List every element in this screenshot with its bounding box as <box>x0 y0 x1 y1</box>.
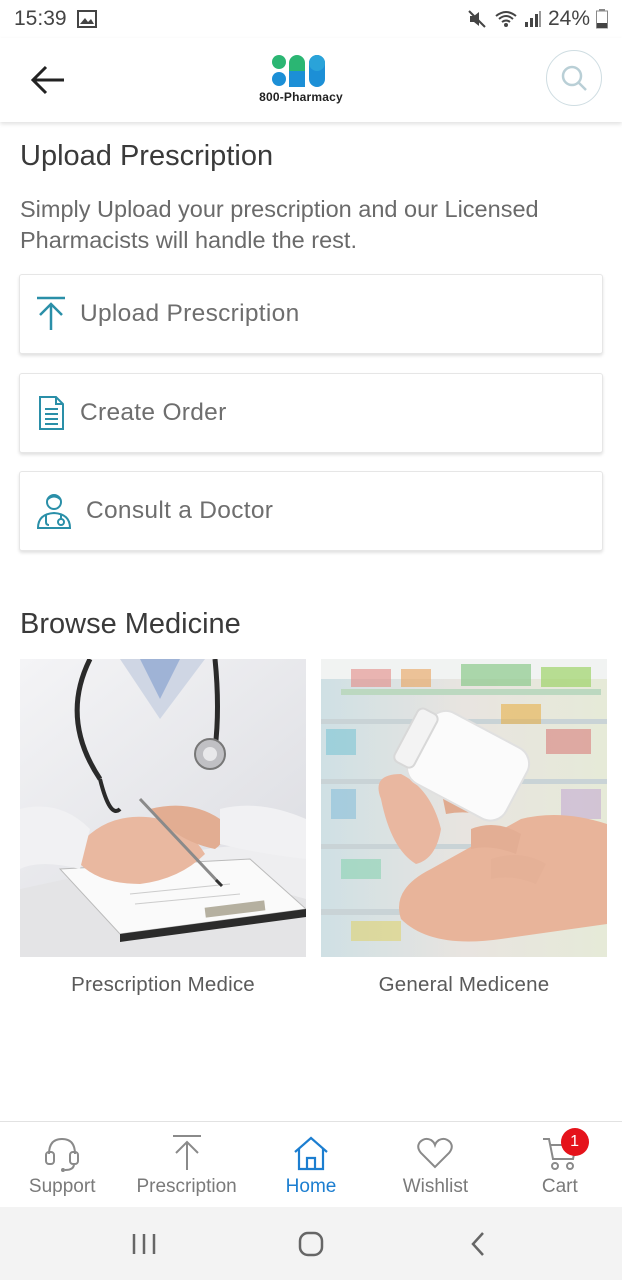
wifi-icon <box>494 9 518 29</box>
page-title: Upload Prescription <box>20 140 274 172</box>
nav-home[interactable]: Home <box>249 1122 373 1207</box>
search-icon <box>561 65 587 91</box>
create-order-label: Create Order <box>80 399 227 426</box>
heart-icon <box>416 1134 454 1172</box>
battery-level: 24% <box>547 7 590 30</box>
back-arrow-icon <box>30 65 64 95</box>
upload-icon <box>171 1134 203 1172</box>
nav-support-label: Support <box>28 1176 96 1197</box>
doctor-icon <box>34 491 74 531</box>
nav-prescription[interactable]: Prescription <box>124 1122 248 1207</box>
nav-home-label: Home <box>285 1176 337 1197</box>
recent-apps-icon <box>132 1233 155 1254</box>
general-medicine-caption: General Medicene <box>378 973 550 996</box>
nav-prescription-label: Prescription <box>136 1176 237 1197</box>
nav-support[interactable]: Support <box>0 1122 124 1207</box>
prescription-medicine-tile[interactable]: Prescription Medice <box>20 659 306 997</box>
prescription-medicine-caption: Prescription Medice <box>71 973 255 996</box>
headset-icon <box>43 1134 81 1172</box>
general-medicine-tile[interactable]: General Medicene <box>321 659 607 997</box>
brand-logo: 800-Pharmacy <box>256 53 346 107</box>
consult-doctor-button[interactable]: Consult a Doctor <box>19 471 603 551</box>
upload-icon <box>34 294 68 334</box>
upload-prescription-label: Upload Prescription <box>80 300 300 327</box>
document-icon <box>34 393 68 433</box>
back-button[interactable] <box>24 58 72 102</box>
chevron-left-icon <box>471 1231 485 1256</box>
consult-doctor-label: Consult a Doctor <box>86 497 274 524</box>
nav-wishlist[interactable]: Wishlist <box>373 1122 497 1207</box>
home-circle-icon <box>298 1231 324 1256</box>
back-system-button[interactable] <box>448 1219 508 1269</box>
status-time: 15:39 <box>14 7 67 30</box>
mute-icon <box>466 8 488 30</box>
cart-count-badge: 1 <box>560 1128 589 1156</box>
home-system-button[interactable] <box>281 1219 341 1269</box>
bottom-navigation: Support Prescription Home Wishlist Cart … <box>0 1121 622 1207</box>
brand-name: 800-Pharmacy <box>259 90 343 104</box>
create-order-button[interactable]: Create Order <box>19 373 603 453</box>
upload-prescription-button[interactable]: Upload Prescription <box>19 274 603 354</box>
recent-apps-button[interactable] <box>114 1219 174 1269</box>
app-header: 800-Pharmacy <box>0 38 622 122</box>
gallery-icon <box>76 10 97 28</box>
battery-icon <box>596 9 608 29</box>
nav-cart[interactable]: Cart 1 <box>498 1122 622 1207</box>
nav-wishlist-label: Wishlist <box>402 1176 469 1197</box>
signal-icon <box>524 10 542 28</box>
search-button[interactable] <box>546 50 602 106</box>
hand-holding-pill-bottle-image <box>321 659 607 957</box>
home-icon <box>292 1134 330 1172</box>
page-subtitle: Simply Upload your prescription and our … <box>20 196 539 253</box>
nav-cart-label: Cart <box>541 1176 578 1197</box>
browse-medicine-title: Browse Medicine <box>20 608 241 640</box>
system-navigation-bar <box>0 1207 622 1280</box>
doctor-writing-prescription-image <box>20 659 306 957</box>
status-bar: 15:39 24% <box>0 0 622 38</box>
